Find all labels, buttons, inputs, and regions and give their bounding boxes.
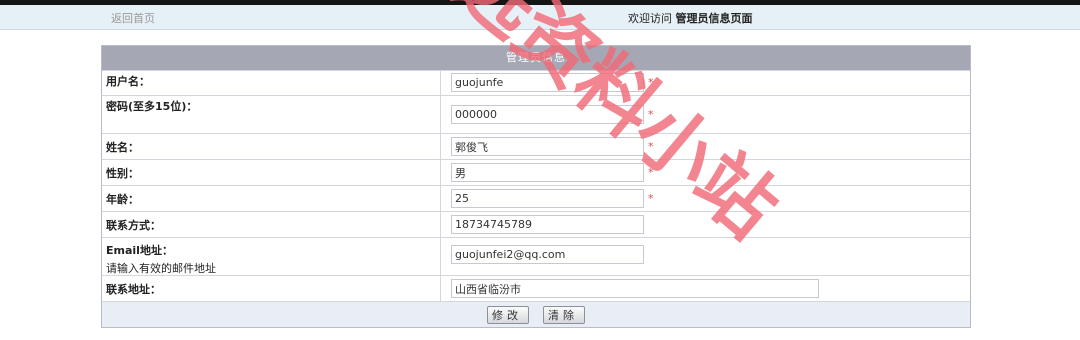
clear-button[interactable]: 清除 bbox=[543, 305, 585, 324]
name-label: 姓名： bbox=[102, 134, 441, 159]
password-input[interactable] bbox=[451, 105, 644, 124]
email-cell bbox=[441, 238, 970, 275]
age-required-mark: * bbox=[648, 192, 654, 205]
gender-input[interactable] bbox=[451, 163, 644, 182]
username-input[interactable] bbox=[451, 73, 644, 92]
form-row-password: 密码(至多15位)： * bbox=[102, 95, 970, 133]
email-label-cell: Email地址： 请输入有效的邮件地址 bbox=[102, 238, 441, 275]
name-cell: * bbox=[441, 134, 970, 159]
username-cell: * bbox=[441, 71, 970, 95]
age-cell: * bbox=[441, 186, 970, 211]
panel-title: 管理员信息 bbox=[102, 46, 970, 70]
contact-cell bbox=[441, 212, 970, 237]
username-required-mark: * bbox=[648, 76, 654, 89]
address-cell bbox=[441, 276, 970, 301]
page-title: 管理员信息页面 bbox=[675, 12, 753, 25]
form-row-age: 年龄： * bbox=[102, 185, 970, 211]
contact-label: 联系方式： bbox=[102, 212, 441, 237]
password-required-mark: * bbox=[648, 108, 654, 121]
email-input[interactable] bbox=[451, 245, 644, 264]
email-label: Email地址： bbox=[106, 244, 173, 257]
form-row-gender: 性别： * bbox=[102, 159, 970, 185]
gender-cell: * bbox=[441, 160, 970, 185]
age-label: 年龄： bbox=[102, 186, 441, 211]
gender-required-mark: * bbox=[648, 166, 654, 179]
password-cell: * bbox=[441, 96, 970, 133]
modify-button[interactable]: 修改 bbox=[487, 305, 529, 324]
contact-input[interactable] bbox=[451, 215, 644, 234]
email-hint: 请输入有效的邮件地址 bbox=[106, 262, 216, 275]
form-row-name: 姓名： * bbox=[102, 133, 970, 159]
admin-info-panel: 管理员信息 用户名： * 密码(至多15位)： * 姓名： * 性别： * 年龄… bbox=[101, 45, 971, 328]
name-required-mark: * bbox=[648, 140, 654, 153]
password-label: 密码(至多15位)： bbox=[102, 96, 441, 133]
button-row: 修改 清除 bbox=[102, 301, 970, 327]
form-row-username: 用户名： * bbox=[102, 70, 970, 95]
address-label: 联系地址： bbox=[102, 276, 441, 301]
header-bar: 返回首页 欢迎访问 管理员信息页面 bbox=[0, 5, 1080, 30]
address-input[interactable] bbox=[451, 279, 819, 298]
username-label: 用户名： bbox=[102, 71, 441, 95]
age-input[interactable] bbox=[451, 189, 644, 208]
name-input[interactable] bbox=[451, 137, 644, 156]
form-row-email: Email地址： 请输入有效的邮件地址 bbox=[102, 237, 970, 275]
welcome-prefix: 欢迎访问 bbox=[628, 12, 672, 25]
form-row-address: 联系地址： bbox=[102, 275, 970, 301]
gender-label: 性别： bbox=[102, 160, 441, 185]
back-home-link[interactable]: 返回首页 bbox=[111, 10, 155, 26]
welcome-text: 欢迎访问 管理员信息页面 bbox=[628, 10, 753, 26]
form-row-contact: 联系方式： bbox=[102, 211, 970, 237]
